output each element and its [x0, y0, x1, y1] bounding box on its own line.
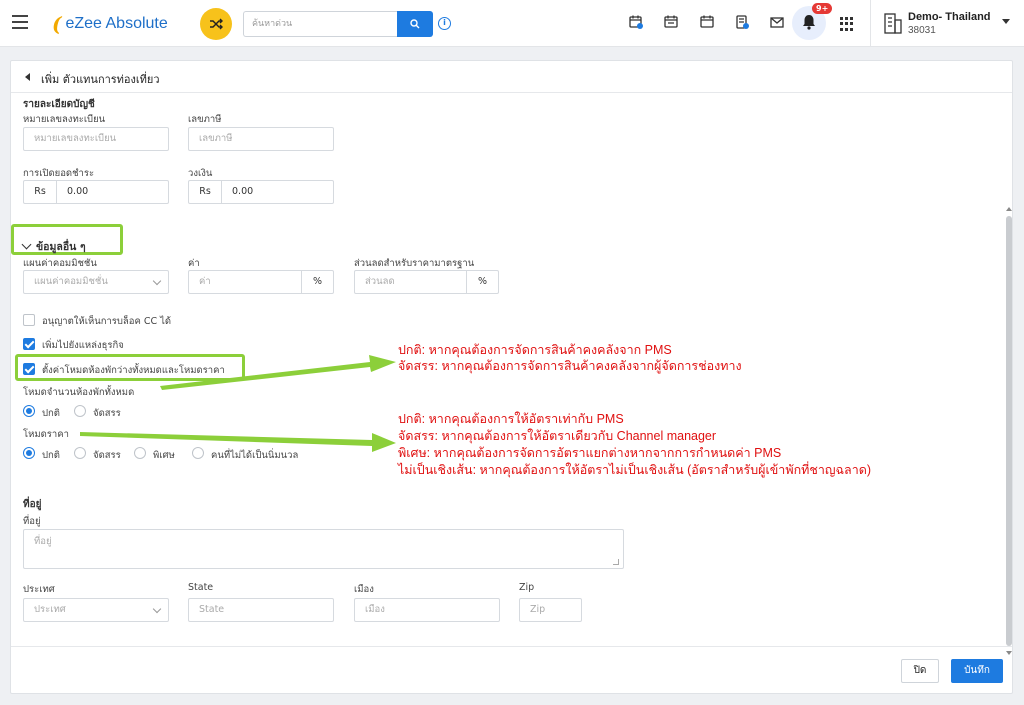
annotation-rate-normal: ปกติ: หากคุณต้องการให้อัตราเท่ากับ PMS — [398, 412, 624, 426]
annotation-inventory-allocated: จัดสรร: หากคุณต้องการจัดการสินค้าคงคลังจ… — [398, 359, 742, 373]
annotation-inventory-normal: ปกติ: หากคุณต้องการจัดการสินค้าคงคลังจาก… — [398, 343, 672, 357]
arrow-inventory — [160, 355, 396, 390]
arrow-rate — [80, 432, 396, 452]
annotation-rate-nonlinear: ไม่เป็นเชิงเส้น: หากคุณต้องการให้อัตราไม… — [398, 463, 871, 477]
annotation-rate-special: พิเศษ: หากคุณต้องการจัดการอัตราแยกต่างหา… — [398, 446, 782, 460]
annotation-rate-allocated: จัดสรร: หากคุณต้องการให้อัตราเดียวกับ Ch… — [398, 429, 717, 443]
